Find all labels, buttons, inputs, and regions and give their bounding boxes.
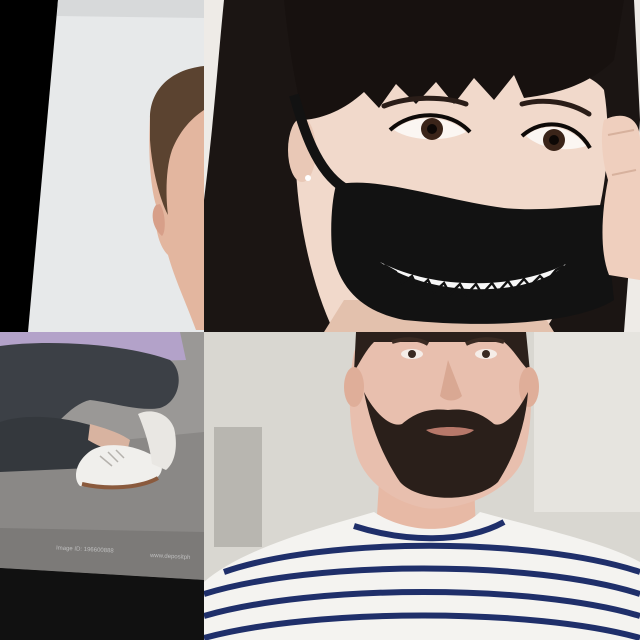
photo-tile-top-right xyxy=(204,0,640,332)
masked-woman-portrait xyxy=(204,0,640,332)
photo-tile-bottom-left: Image ID: 196600888 www.depositph xyxy=(0,332,204,640)
stock-caption-band xyxy=(0,568,204,640)
tilted-portrait xyxy=(28,0,204,332)
ear xyxy=(344,367,364,407)
background-panel xyxy=(214,427,262,547)
earring xyxy=(305,175,311,181)
crouching-person-photo xyxy=(0,332,204,640)
photo-tile-top-left xyxy=(0,0,204,332)
photo-tile-bottom-right xyxy=(204,332,640,640)
hand xyxy=(601,115,640,280)
bearded-man-portrait xyxy=(204,332,640,640)
